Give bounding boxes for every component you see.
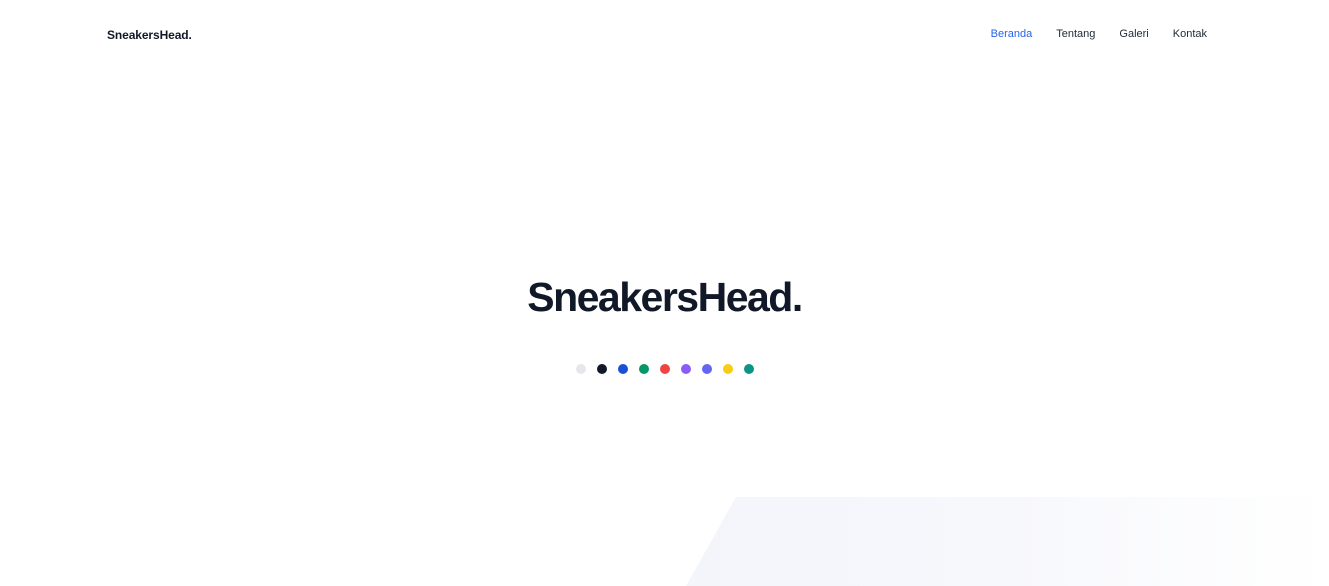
color-swatch[interactable]: [596, 364, 607, 374]
hero-title: SneakersHead.: [527, 274, 803, 320]
color-swatch[interactable]: [722, 364, 733, 374]
color-swatch[interactable]: [743, 364, 754, 374]
nav-link-beranda[interactable]: Beranda: [991, 28, 1033, 40]
nav-link-tentang[interactable]: Tentang: [1056, 28, 1095, 40]
color-swatch[interactable]: [575, 364, 586, 374]
brand-logo[interactable]: SneakersHead.: [107, 28, 192, 42]
color-swatch[interactable]: [638, 364, 649, 374]
color-swatch[interactable]: [617, 364, 628, 374]
color-swatch[interactable]: [680, 364, 691, 374]
color-swatch[interactable]: [701, 364, 712, 374]
color-swatches: [0, 364, 1329, 374]
navbar: SneakersHead. Beranda Tentang Galeri Kon…: [0, 0, 1329, 70]
nav-link-kontak[interactable]: Kontak: [1173, 28, 1207, 40]
color-swatch[interactable]: [659, 364, 670, 374]
background-shape: [686, 497, 1329, 586]
nav-link-galeri[interactable]: Galeri: [1119, 28, 1148, 40]
page: SneakersHead. Beranda Tentang Galeri Kon…: [0, 0, 1329, 586]
nav-menu: Beranda Tentang Galeri Kontak: [991, 28, 1207, 40]
